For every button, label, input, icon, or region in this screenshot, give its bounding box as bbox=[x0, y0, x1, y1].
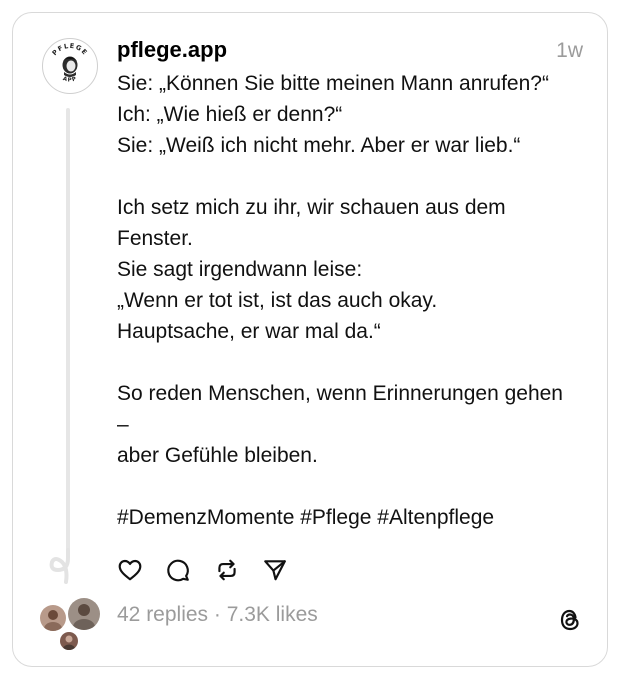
reply-avatar[interactable] bbox=[66, 596, 102, 632]
post-line: Hauptsache, er war mal da.“ bbox=[117, 320, 381, 343]
post-line: Ich setz mich zu ihr, wir schauen aus de… bbox=[117, 196, 506, 219]
svg-text:PFLEGE: PFLEGE bbox=[51, 42, 90, 57]
post-line bbox=[117, 471, 595, 502]
post-line: Sie: „Weiß ich nicht mehr. Aber er war l… bbox=[117, 134, 521, 157]
comment-icon bbox=[167, 559, 189, 582]
post-line: Ich: „Wie hieß er denn?“ bbox=[117, 103, 343, 126]
thread-line bbox=[66, 108, 70, 554]
post-line bbox=[117, 347, 595, 378]
post-line: aber Gefühle bleiben. bbox=[117, 444, 318, 467]
post-body: Sie: „Können Sie bitte meinen Mann anruf… bbox=[117, 68, 595, 533]
post-line: Sie sagt irgendwann leise: bbox=[117, 258, 363, 281]
heart-icon bbox=[118, 559, 142, 581]
thread-curl bbox=[49, 548, 70, 584]
repost-button[interactable] bbox=[213, 556, 241, 584]
avatar-text-bottom: APP bbox=[62, 76, 77, 83]
post-line bbox=[117, 161, 595, 192]
like-button[interactable] bbox=[116, 556, 144, 584]
reply-button[interactable] bbox=[164, 556, 192, 584]
svg-text:APP: APP bbox=[62, 76, 78, 83]
send-icon bbox=[264, 560, 286, 581]
post-timestamp: 1w bbox=[556, 39, 583, 62]
repost-icon bbox=[218, 559, 236, 581]
post-stats[interactable]: 42 replies · 7.3K likes bbox=[117, 603, 318, 627]
post-line: – bbox=[117, 413, 129, 436]
post-line: Sie: „Können Sie bitte meinen Mann anruf… bbox=[117, 72, 549, 95]
reply-avatar[interactable] bbox=[38, 603, 68, 633]
post-line: Fenster. bbox=[117, 227, 193, 250]
post-line: So reden Menschen, wenn Erinnerungen geh… bbox=[117, 382, 563, 405]
avatar-text-top: PFLEGE bbox=[51, 42, 89, 57]
hashtags[interactable]: #DemenzMomente #Pflege #Altenpflege bbox=[117, 502, 595, 533]
post-line: „Wenn er tot ist, ist das auch okay. bbox=[117, 289, 438, 312]
profile-avatar[interactable]: PFLEGE APP bbox=[42, 38, 98, 94]
reply-avatar[interactable] bbox=[58, 630, 80, 652]
threads-logo-icon[interactable] bbox=[556, 606, 584, 634]
share-button[interactable] bbox=[261, 556, 289, 584]
username[interactable]: pflege.app bbox=[117, 37, 227, 63]
